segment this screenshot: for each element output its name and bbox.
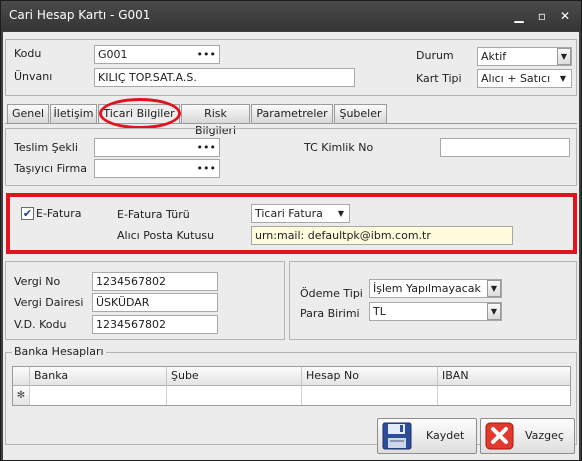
cell-sube[interactable] [166, 386, 301, 405]
column-hesap-no[interactable]: Hesap No [301, 367, 437, 386]
tab-genel[interactable]: Genel [7, 104, 49, 123]
odeme-tipi-label: Ödeme Tipi [300, 287, 363, 300]
cell-banka[interactable] [29, 386, 166, 405]
grid-corner [13, 367, 29, 386]
vergi-dairesi-field[interactable]: ÜSKÜDAR [92, 293, 218, 312]
tab-parametreler[interactable]: Parametreler [251, 104, 333, 123]
save-button-label: Kaydet [426, 429, 465, 442]
para-birimi-select[interactable]: TL ▼ [369, 302, 502, 321]
teslim-sekli-field[interactable]: ••• [94, 138, 220, 157]
tasiyici-firma-label: Taşıyıcı Firma [14, 162, 87, 175]
title-bar: Cari Hesap Kartı - G001 ▁ ▫ ✕ [1, 1, 581, 31]
window-title: Cari Hesap Kartı - G001 [9, 8, 151, 22]
vd-kodu-field[interactable]: 1234567802 [92, 315, 218, 334]
tasiyici-firma-field[interactable]: ••• [94, 159, 220, 178]
kart-tipi-select[interactable]: Alıcı + Satıcı ▼ [477, 69, 572, 88]
efatura-checkbox[interactable]: ✔ [21, 207, 34, 220]
cancel-button[interactable]: Vazgeç [480, 418, 575, 454]
durum-label: Durum [416, 49, 454, 62]
para-birimi-label: Para Birimi [300, 307, 360, 320]
vergi-no-label: Vergi No [14, 275, 61, 288]
floppy-disk-icon [382, 422, 412, 450]
unvani-label: Ünvanı [14, 70, 53, 83]
tasiyici-lookup-icon[interactable]: ••• [197, 160, 216, 177]
maximize-icon[interactable]: ▫ [534, 9, 550, 24]
tab-strip-line [5, 123, 577, 124]
teslim-sekli-label: Teslim Şekli [14, 141, 78, 154]
efatura-turu-label: E-Fatura Türü [117, 208, 190, 221]
cancel-x-icon [485, 422, 514, 450]
posta-kutusu-label: Alıcı Posta Kutusu [117, 229, 215, 242]
tc-kimlik-field[interactable] [440, 138, 570, 157]
vergi-dairesi-label: Vergi Dairesi [14, 296, 84, 309]
unvani-field[interactable]: KILIÇ TOP.SAT.A.S. [94, 68, 355, 87]
odeme-tipi-select[interactable]: İşlem Yapılmayacak ▼ [369, 279, 502, 298]
shipping-group [5, 128, 577, 186]
tab-subeler[interactable]: Şubeler [334, 104, 387, 123]
teslim-lookup-icon[interactable]: ••• [197, 139, 216, 156]
form-body: Kodu G001 ••• Ünvanı KILIÇ TOP.SAT.A.S. … [3, 32, 579, 460]
posta-kutusu-field[interactable]: urn:mail: defaultpk@ibm.com.tr [251, 226, 513, 245]
payment-group [289, 261, 577, 340]
tab-iletisim[interactable]: İletişim [50, 104, 97, 123]
save-button[interactable]: Kaydet [377, 418, 477, 454]
kodu-field[interactable]: G001 ••• [94, 45, 220, 64]
chevron-down-icon[interactable]: ▼ [487, 280, 501, 297]
vergi-no-field[interactable]: 1234567802 [92, 272, 218, 291]
table-row[interactable]: ✻ [13, 386, 570, 405]
bank-group-label: Banka Hesapları [12, 345, 106, 358]
efatura-checkbox-label: E-Fatura [36, 207, 82, 220]
column-iban[interactable]: IBAN [437, 367, 570, 386]
active-tab-highlight [99, 98, 181, 129]
column-banka[interactable]: Banka [29, 367, 166, 386]
column-sube[interactable]: Şube [166, 367, 301, 386]
tab-risk-bilgileri[interactable]: Risk Bilgileri [181, 104, 250, 137]
new-row-marker-icon: ✻ [13, 386, 29, 405]
cell-iban[interactable] [437, 386, 570, 405]
kodu-lookup-icon[interactable]: ••• [197, 46, 216, 63]
bank-grid-header: Banka Şube Hesap No IBAN [13, 367, 570, 386]
bank-grid: Banka Şube Hesap No IBAN ✻ [12, 366, 571, 406]
tc-kimlik-label: TC Kimlik No [304, 141, 374, 154]
minimize-icon[interactable]: ▁ [511, 9, 527, 24]
cancel-button-label: Vazgeç [525, 429, 564, 442]
kodu-label: Kodu [14, 47, 42, 60]
chevron-down-icon[interactable]: ▼ [556, 71, 570, 86]
vd-kodu-label: V.D. Kodu [14, 318, 67, 331]
chevron-down-icon[interactable]: ▼ [334, 206, 348, 221]
cari-hesap-window: Cari Hesap Kartı - G001 ▁ ▫ ✕ Kodu G001 … [0, 0, 582, 461]
chevron-down-icon[interactable]: ▼ [557, 48, 571, 65]
chevron-down-icon[interactable]: ▼ [487, 303, 501, 320]
cell-hesap-no[interactable] [301, 386, 437, 405]
kart-tipi-label: Kart Tipi [416, 72, 462, 85]
durum-select[interactable]: Aktif ▼ [477, 47, 572, 66]
close-icon[interactable]: ✕ [557, 9, 573, 24]
efatura-turu-select[interactable]: Ticari Fatura ▼ [251, 204, 350, 223]
